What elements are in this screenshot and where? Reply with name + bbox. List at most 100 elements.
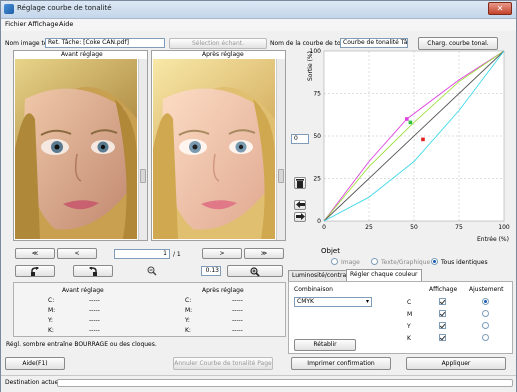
control-point-1[interactable]	[408, 120, 413, 125]
after-scroll-thumb[interactable]	[278, 169, 284, 183]
after-values-header: Après réglage	[202, 287, 244, 294]
last-page-button[interactable]: ≫	[244, 248, 284, 259]
after-image	[153, 59, 275, 239]
adjust-header: Ajustement	[469, 286, 504, 293]
before-title: Avant réglage	[61, 51, 103, 58]
first-page-button[interactable]: ≪	[15, 248, 55, 259]
prev-page-button[interactable]: <	[57, 248, 97, 259]
rotate-right-button[interactable]	[73, 265, 113, 277]
progress-bar	[57, 379, 513, 387]
combination-value: CMYK	[297, 298, 314, 305]
adjust-k-radio[interactable]	[482, 334, 489, 341]
sample-select-button[interactable]: Sélection échant.	[169, 38, 267, 49]
display-y-checkbox[interactable]	[439, 322, 446, 329]
values-table: Avant réglage Après réglage C: M: Y: K: …	[13, 282, 286, 337]
after-portrait-image	[153, 59, 275, 239]
x-tick-label: 50	[410, 224, 418, 231]
move-point-right-button[interactable]	[294, 212, 306, 222]
radio-image-label: Image	[341, 259, 360, 266]
before-value-m: -----	[89, 307, 100, 314]
before-channel-k: K:	[48, 327, 54, 334]
delete-point-button[interactable]	[294, 177, 306, 189]
next-page-button[interactable]: >	[202, 248, 242, 259]
window-title: Réglage courbe de tonalité	[17, 4, 112, 12]
before-scroll-thumb[interactable]	[140, 169, 146, 183]
tone-curve-window: Réglage courbe de tonalité ✕ Fichier Aff…	[0, 0, 517, 392]
x-tick-label: 0	[322, 224, 326, 231]
cancel-curve-button[interactable]: Annuler Courbe de tonalité Page	[173, 357, 273, 370]
channel-m-label: M	[407, 311, 413, 318]
reset-button[interactable]: Rétablir	[294, 339, 356, 351]
page-total: / 1	[173, 251, 181, 258]
menu-fichier[interactable]: Fichier	[5, 20, 26, 28]
after-value-k: -----	[232, 327, 243, 334]
print-confirm-button[interactable]: Imprimer confirmation	[291, 357, 391, 370]
zoom-in-button[interactable]	[227, 265, 283, 277]
apply-button[interactable]: Appliquer	[406, 357, 506, 370]
after-title: Après réglage	[202, 51, 244, 58]
before-value-y: -----	[89, 317, 100, 324]
display-m-checkbox[interactable]	[439, 310, 446, 317]
before-value-c: -----	[89, 297, 100, 304]
zoom-value-field[interactable]: 0.13	[201, 266, 221, 276]
channel-c-label: C	[407, 299, 412, 306]
after-value-c: -----	[232, 297, 243, 304]
adjust-m-radio[interactable]	[482, 310, 489, 317]
output-spinner[interactable]: 0	[291, 134, 309, 144]
x-tick-label: 100	[498, 224, 510, 231]
tone-curve-graph[interactable]: 00252550507575100100 Sortie (%) Entrée (…	[294, 45, 516, 245]
radio-image[interactable]	[331, 258, 338, 265]
tab-adjust-each-color[interactable]: Régler chaque couleur	[346, 269, 422, 281]
menu-aide[interactable]: Aide	[59, 20, 73, 28]
radio-text-graphic[interactable]	[371, 258, 378, 265]
x-tick-label: 25	[365, 224, 373, 231]
trash-icon	[296, 179, 304, 188]
y-axis-label: Sortie (%)	[307, 51, 314, 81]
before-image	[15, 59, 137, 239]
after-scrollbar[interactable]	[276, 59, 285, 240]
combination-select[interactable]: CMYK ▾	[294, 297, 372, 307]
close-button[interactable]: ✕	[488, 2, 512, 15]
after-value-m: -----	[232, 307, 243, 314]
zoom-out-icon[interactable]	[147, 266, 157, 278]
app-icon	[4, 4, 14, 14]
rotate-right-icon	[89, 266, 97, 276]
display-header: Affichage	[429, 286, 458, 293]
x-axis-label: Entrée (%)	[477, 236, 509, 243]
before-values-header: Avant réglage	[62, 287, 104, 294]
x-tick-label: 75	[455, 224, 463, 231]
y-tick-label: 0	[317, 218, 321, 225]
status-bar: Destination actuelle	[1, 375, 516, 392]
radio-all-same-label: Tous identiques	[441, 259, 488, 266]
before-channel-y: Y:	[48, 317, 53, 324]
hint-text: Régl. sombre entraîne BOURRAGE ou des cl…	[6, 341, 157, 348]
before-channel-c: C:	[48, 297, 55, 304]
menu-affichage[interactable]: Affichage	[28, 20, 59, 28]
page-number-field[interactable]: 1	[114, 249, 170, 259]
before-scrollbar[interactable]	[138, 59, 147, 240]
display-c-checkbox[interactable]	[439, 298, 446, 305]
combination-label: Combinaison	[294, 286, 333, 293]
after-channel-y: Y:	[185, 317, 190, 324]
arrow-left-icon	[295, 201, 305, 208]
after-preview-panel: Après réglage	[151, 50, 286, 241]
control-point-0[interactable]	[405, 117, 409, 121]
rotate-left-button[interactable]	[15, 265, 55, 277]
radio-text-graphic-label: Texte/Graphique	[381, 259, 431, 266]
before-portrait-image	[15, 59, 137, 239]
help-button[interactable]: Aide(F1)	[5, 357, 65, 370]
adjust-c-radio[interactable]	[482, 298, 489, 305]
display-k-checkbox[interactable]	[439, 334, 446, 341]
control-point-2[interactable]	[421, 137, 425, 142]
image-name-field[interactable]: Ret. Tâche: [Coke CAN.pdf]	[45, 38, 165, 48]
adjust-y-radio[interactable]	[482, 322, 489, 329]
after-value-y: -----	[232, 317, 243, 324]
y-tick-label: 75	[313, 91, 321, 98]
channel-k-label: K	[407, 335, 411, 342]
before-preview-panel: Avant réglage	[13, 50, 148, 241]
move-point-left-button[interactable]	[294, 200, 306, 210]
arrow-right-icon	[295, 213, 305, 220]
radio-all-same[interactable]	[431, 258, 438, 265]
dropdown-arrow-icon: ▾	[365, 298, 369, 305]
title-bar: Réglage courbe de tonalité ✕	[1, 1, 516, 19]
